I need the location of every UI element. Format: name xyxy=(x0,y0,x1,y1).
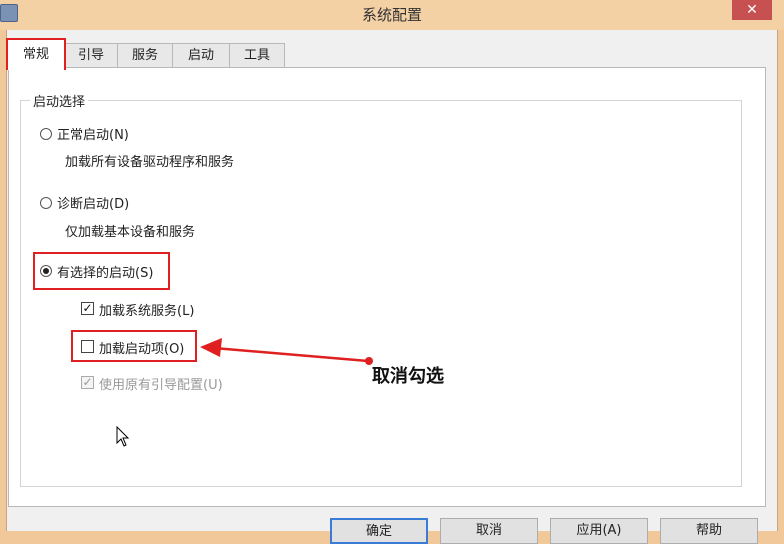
help-button[interactable]: 帮助 xyxy=(660,518,758,544)
apply-button[interactable]: 应用(A) xyxy=(550,518,648,544)
load-startup-items-label[interactable]: 加载启动项(O) xyxy=(99,338,184,357)
close-button[interactable]: ✕ xyxy=(732,0,772,20)
normal-startup-label[interactable]: 正常启动(N) xyxy=(57,124,129,143)
load-startup-items-checkbox[interactable] xyxy=(81,340,94,353)
annotation-label: 取消勾选 xyxy=(372,366,444,387)
use-original-boot-checkbox: ✓ xyxy=(81,375,94,389)
ok-button[interactable]: 确定 xyxy=(330,518,428,544)
use-original-boot-label: 使用原有引导配置(U) xyxy=(99,378,223,393)
close-icon: ✕ xyxy=(746,2,758,18)
normal-startup-radio[interactable] xyxy=(40,128,52,140)
tab-boot[interactable]: 引导 xyxy=(64,43,118,68)
diagnostic-startup-label[interactable]: 诊断启动(D) xyxy=(57,193,129,212)
normal-startup-description: 加载所有设备驱动程序和服务 xyxy=(65,155,235,170)
tab-services[interactable]: 服务 xyxy=(117,43,173,68)
load-system-services-checkbox[interactable]: ✓ xyxy=(81,302,94,315)
diagnostic-startup-radio[interactable] xyxy=(40,197,52,209)
tab-tools[interactable]: 工具 xyxy=(229,43,285,68)
cancel-button[interactable]: 取消 xyxy=(440,518,538,544)
group-title: 启动选择 xyxy=(30,91,89,110)
mouse-cursor-icon xyxy=(116,426,130,447)
tab-general[interactable]: 常规 xyxy=(6,38,66,70)
selective-startup-label[interactable]: 有选择的启动(S) xyxy=(57,262,153,281)
load-system-services-label[interactable]: 加载系统服务(L) xyxy=(99,300,194,319)
diagnostic-startup-description: 仅加载基本设备和服务 xyxy=(65,225,196,240)
window-title: 系统配置 xyxy=(361,6,422,24)
title-bar: 系统配置 ✕ xyxy=(0,0,784,30)
tab-startup[interactable]: 启动 xyxy=(172,43,230,68)
selective-startup-radio[interactable] xyxy=(40,265,52,277)
